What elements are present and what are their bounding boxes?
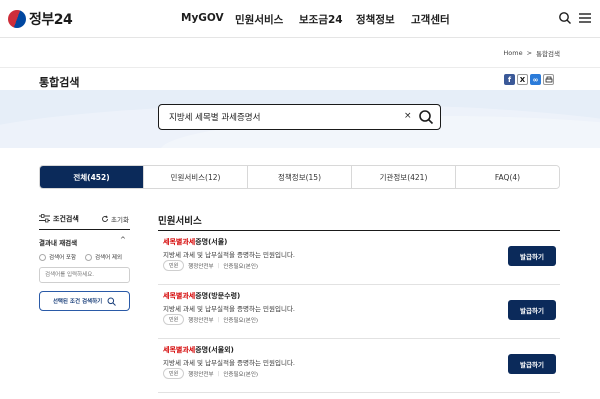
breadcrumb-separator: > — [526, 49, 533, 57]
tab-all[interactable]: 전체(452) — [40, 166, 143, 188]
result-badge: 민원 — [163, 368, 185, 379]
result-description: 지방세 과세 및 납부실적을 증명하는 민원입니다. — [163, 359, 295, 367]
nav-civil-service[interactable]: 민원서비스 — [235, 12, 283, 27]
result-badge: 민원 — [163, 314, 185, 325]
filter-divider — [39, 229, 130, 230]
result-title[interactable]: 세목별과세증명(서울외) — [163, 345, 234, 355]
reset-label: 초기화 — [111, 216, 129, 224]
search-icon[interactable] — [558, 11, 572, 25]
tab-civil-service[interactable]: 민원서비스(12) — [143, 166, 247, 188]
result-title[interactable]: 세목별과세증명(방문수령) — [163, 291, 240, 301]
radio-include-label: 검색어 포함 — [49, 255, 77, 261]
result-meta: 민원 행정안전부 | 인증필요(본인) — [163, 260, 258, 271]
meta-separator: | — [217, 370, 220, 377]
result-agency: 행정안전부 — [188, 317, 214, 324]
clear-search-button[interactable]: × — [404, 111, 412, 121]
radio-include-dot[interactable] — [39, 253, 46, 261]
result-meta: 민원 행정안전부 | 인증필요(본인) — [163, 368, 258, 379]
apply-filter-button[interactable]: 선택된 조건 검색하기 — [39, 291, 130, 311]
meta-separator: | — [217, 316, 220, 323]
result-meta: 민원 행정안전부 | 인증필요(본인) — [163, 314, 258, 325]
result-title-rest: 증명(서울) — [195, 238, 228, 246]
x-twitter-icon[interactable]: X — [517, 74, 528, 85]
section-title: 민원서비스 — [158, 216, 202, 227]
print-icon[interactable] — [543, 74, 554, 85]
filter-header: 조건검색 초기화 — [39, 213, 130, 227]
result-title-highlight: 세목별과세 — [163, 346, 196, 354]
issue-button[interactable]: 발급하기 — [508, 246, 556, 266]
radio-exclude-label: 검색어 제외 — [95, 255, 123, 261]
page-title: 통합검색 — [39, 76, 80, 89]
meta-separator: | — [217, 262, 220, 269]
result-item: 세목별과세증명(서울외) 지방세 과세 및 납부실적을 증명하는 민원입니다. … — [158, 339, 560, 393]
result-item: 세목별과세증명(서울) 지방세 과세 및 납부실적을 증명하는 민원입니다. 민… — [158, 231, 560, 285]
result-title-rest: 증명(서울외) — [195, 346, 234, 354]
search-band: × — [0, 90, 600, 148]
result-item: 세목별과세증명(방문수령) 지방세 과세 및 납부실적을 증명하는 민원입니다.… — [158, 285, 560, 339]
taegeuk-icon — [8, 10, 26, 28]
result-auth: 인증필요(본인) — [223, 317, 259, 324]
result-title-highlight: 세목별과세 — [163, 292, 196, 300]
breadcrumb-home[interactable]: Home — [503, 49, 522, 57]
result-badge: 민원 — [163, 260, 185, 271]
within-search-title: 결과내 재검색 — [39, 239, 78, 247]
result-agency: 행정안전부 — [188, 371, 214, 378]
link-copy-icon[interactable]: ∞ — [530, 74, 541, 85]
reset-button[interactable]: 초기화 — [101, 214, 129, 224]
refresh-icon — [102, 215, 108, 222]
result-description: 지방세 과세 및 납부실적을 증명하는 민원입니다. — [163, 305, 295, 313]
result-auth: 인증필요(본인) — [223, 263, 259, 270]
radio-exclude-dot[interactable] — [85, 253, 92, 261]
result-title-highlight: 세목별과세 — [163, 238, 196, 246]
result-agency: 행정안전부 — [188, 263, 214, 270]
tab-agency-info[interactable]: 기관정보(421) — [351, 166, 455, 188]
issue-button[interactable]: 발급하기 — [508, 354, 556, 374]
filter-sliders-icon — [39, 214, 50, 223]
breadcrumb-current: 통합검색 — [536, 50, 560, 58]
radio-include[interactable]: 검색어 포함 — [39, 253, 76, 261]
menu-icon[interactable] — [578, 11, 592, 25]
chevron-up-icon[interactable]: ^ — [120, 236, 126, 244]
apply-filter-label: 선택된 조건 검색하기 — [52, 299, 103, 305]
within-search-input[interactable] — [39, 267, 130, 283]
logo[interactable]: 정부24 — [8, 9, 73, 29]
nav-policy-info[interactable]: 정책정보 — [356, 12, 395, 27]
radio-exclude[interactable]: 검색어 제외 — [85, 253, 122, 261]
breadcrumb-bar: Home > 통합검색 — [0, 38, 600, 68]
nav-subsidy24[interactable]: 보조금24 — [299, 12, 343, 27]
result-auth: 인증필요(본인) — [223, 371, 259, 378]
logo-text: 정부24 — [29, 12, 73, 28]
filter-title: 조건검색 — [53, 215, 79, 223]
site-header: 정부24 MyGOV 민원서비스 보조금24 정책정보 고객센터 — [0, 0, 600, 38]
result-title[interactable]: 세목별과세증명(서울) — [163, 237, 227, 247]
nav-mygov[interactable]: MyGOV — [181, 12, 224, 24]
issue-button[interactable]: 발급하기 — [508, 300, 556, 320]
search-icon — [107, 297, 117, 306]
search-input[interactable] — [169, 110, 399, 124]
result-title-rest: 증명(방문수령) — [195, 292, 241, 300]
result-description: 지방세 과세 및 납부실적을 증명하는 민원입니다. — [163, 251, 295, 259]
nav-customer-center[interactable]: 고객센터 — [411, 12, 450, 27]
tab-policy-info[interactable]: 정책정보(15) — [247, 166, 351, 188]
tab-faq[interactable]: FAQ(4) — [455, 166, 559, 188]
facebook-icon[interactable]: f — [504, 74, 515, 85]
breadcrumb: Home > 통합검색 — [503, 48, 560, 58]
result-tabs: 전체(452) 민원서비스(12) 정책정보(15) 기관정보(421) FAQ… — [39, 165, 560, 189]
search-box: × — [158, 104, 441, 130]
search-submit-icon[interactable] — [418, 109, 434, 125]
title-row: 통합검색 f X ∞ — [0, 68, 600, 90]
